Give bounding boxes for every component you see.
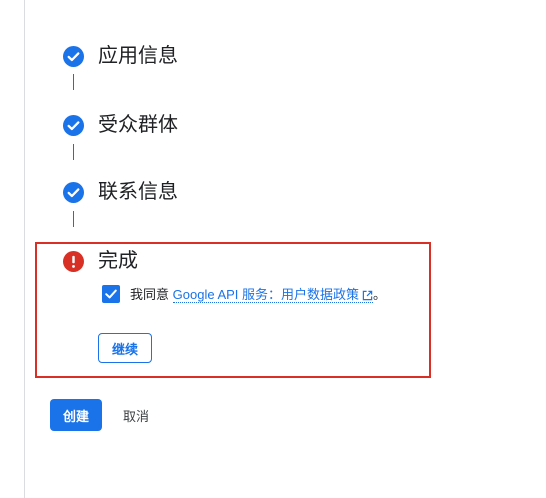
step-title: 完成 <box>98 250 138 272</box>
consent-checkbox[interactable] <box>102 284 120 303</box>
step-audience[interactable]: 受众群体 <box>63 113 178 137</box>
check-circle-icon <box>63 45 84 67</box>
consent-prefix: 我同意 <box>130 287 170 302</box>
panel-left-border <box>24 0 25 498</box>
open-in-new-icon <box>362 290 373 301</box>
consent-suffix: 。 <box>373 287 387 302</box>
step-contact-info[interactable]: 联系信息 <box>63 180 178 204</box>
step-title: 应用信息 <box>98 45 178 67</box>
check-circle-icon <box>63 114 84 136</box>
step-app-info[interactable]: 应用信息 <box>63 44 178 68</box>
cancel-button[interactable]: 取消 <box>115 399 157 431</box>
error-icon <box>63 250 84 272</box>
check-circle-icon <box>63 181 84 203</box>
checkmark-icon <box>105 289 117 298</box>
consent-row: 我同意 Google API 服务：用户数据政策。 <box>102 284 386 303</box>
link-text: Google API 服务：用户数据政策 <box>172 287 360 302</box>
step-title: 受众群体 <box>98 114 178 136</box>
user-data-policy-link[interactable]: Google API 服务：用户数据政策 <box>172 287 374 303</box>
step-connector <box>73 144 74 160</box>
create-button[interactable]: 创建 <box>50 399 102 431</box>
continue-button[interactable]: 继续 <box>98 333 152 363</box>
step-title: 联系信息 <box>98 181 178 203</box>
consent-text: 我同意 Google API 服务：用户数据政策。 <box>130 284 386 303</box>
step-connector <box>73 211 74 227</box>
step-finish[interactable]: 完成 <box>63 249 138 273</box>
step-connector <box>73 74 74 90</box>
